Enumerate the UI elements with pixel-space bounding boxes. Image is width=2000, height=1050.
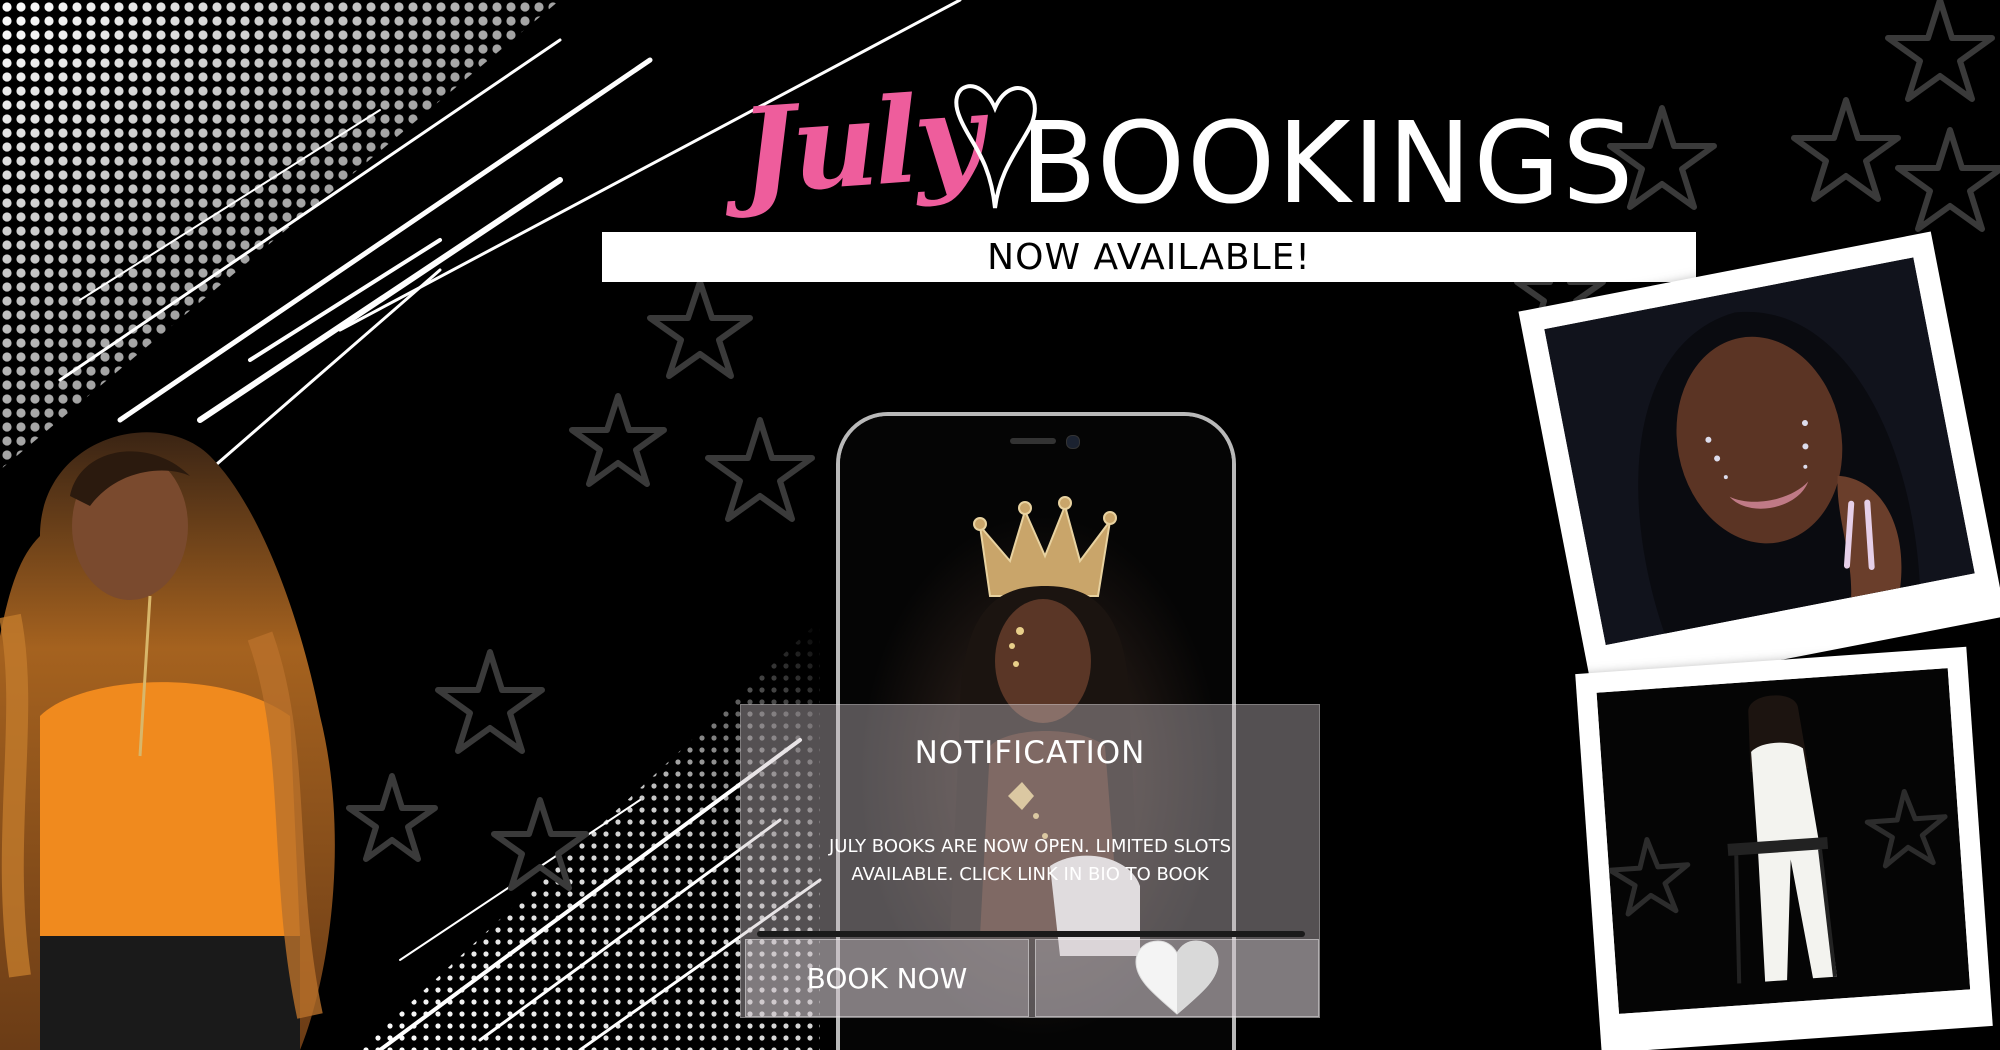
polaroid-photo-top-image bbox=[1544, 257, 1975, 646]
book-now-button[interactable]: BOOK NOW bbox=[745, 939, 1029, 1017]
notification-divider bbox=[757, 931, 1305, 937]
star-icon bbox=[705, 417, 815, 522]
phone-speaker bbox=[1010, 438, 1056, 444]
model-photo-left bbox=[0, 432, 335, 1050]
notification-body-line1: JULY BOOKS ARE NOW OPEN. LIMITED SLOTS bbox=[828, 836, 1232, 857]
title-main-word: BOOKINGS bbox=[1020, 99, 1636, 229]
notification-card: NOTIFICATION JULY BOOKS ARE NOW OPEN. LI… bbox=[740, 704, 1320, 1018]
notification-body: JULY BOOKS ARE NOW OPEN. LIMITED SLOTS A… bbox=[755, 833, 1305, 889]
halftone-top-left bbox=[0, 0, 580, 480]
polaroid-photo-bottom-image bbox=[1596, 668, 1971, 1014]
notification-body-line2: AVAILABLE. CLICK LINK IN BIO TO BOOK bbox=[851, 864, 1209, 885]
phone-camera bbox=[1066, 435, 1080, 449]
now-available-banner: NOW AVAILABLE! bbox=[602, 232, 1696, 282]
star-icon bbox=[1885, 0, 1995, 102]
heart-icon bbox=[1135, 940, 1219, 1015]
title-script-word: July bbox=[735, 65, 984, 222]
polaroid-photo-top bbox=[1518, 231, 2000, 697]
star-icon bbox=[1791, 97, 1901, 202]
star-icon bbox=[647, 279, 753, 379]
like-button[interactable] bbox=[1035, 939, 1319, 1017]
star-icon bbox=[569, 393, 667, 487]
promo-canvas: July BOOKINGS NOW AVAILABLE! NOTIFICATIO… bbox=[0, 0, 2000, 1050]
star-icon bbox=[1895, 127, 2000, 232]
polaroid-photo-bottom bbox=[1575, 646, 1993, 1050]
notification-title: NOTIFICATION bbox=[914, 735, 1146, 771]
